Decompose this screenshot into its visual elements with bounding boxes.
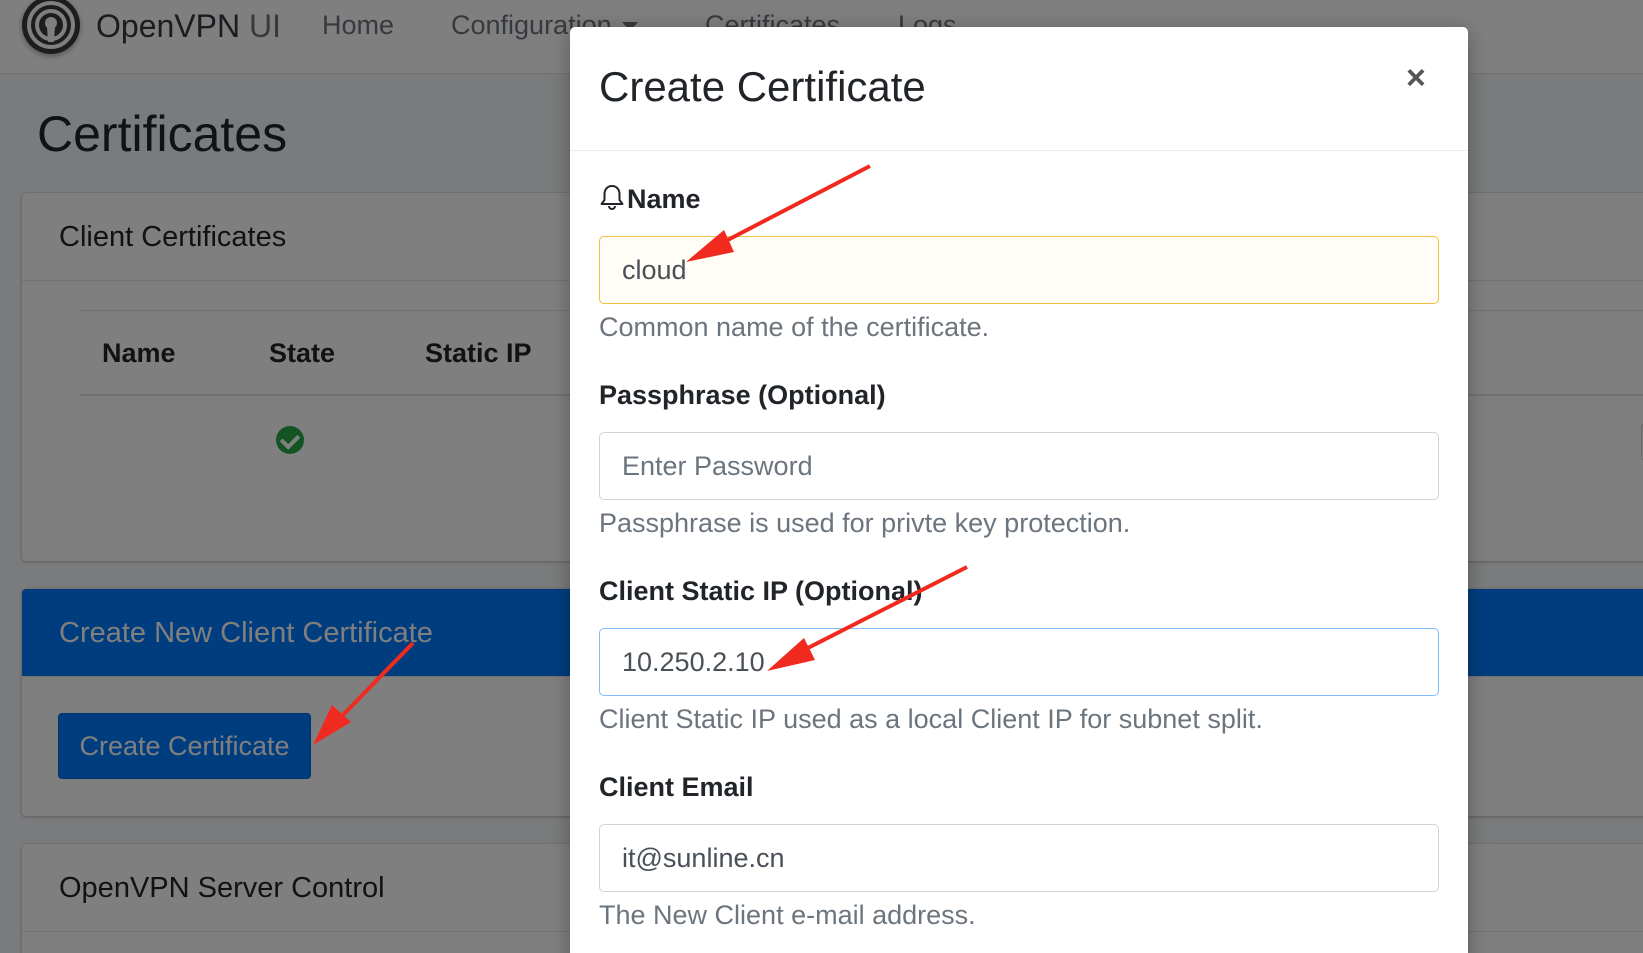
- passphrase-label: Passphrase (Optional): [599, 380, 886, 410]
- email-label: Client Email: [599, 772, 754, 802]
- passphrase-help-text: Passphrase is used for privte key protec…: [599, 508, 1131, 538]
- static-ip-label: Client Static IP (Optional): [599, 576, 923, 606]
- name-label: Name: [599, 183, 701, 215]
- bell-icon: [600, 185, 624, 211]
- email-help-text: The New Client e-mail address.: [599, 900, 976, 930]
- static-ip-help-text: Client Static IP used as a local Client …: [599, 704, 1263, 734]
- static-ip-input[interactable]: [599, 628, 1439, 696]
- modal-header: Create Certificate ×: [570, 27, 1468, 151]
- create-certificate-modal: Create Certificate × Name Common name of…: [570, 27, 1468, 953]
- name-input[interactable]: [599, 236, 1439, 304]
- name-label-text: Name: [627, 184, 701, 214]
- modal-title: Create Certificate: [599, 63, 926, 110]
- email-input[interactable]: [599, 824, 1439, 892]
- name-help-text: Common name of the certificate.: [599, 312, 990, 342]
- passphrase-input[interactable]: [599, 432, 1439, 500]
- close-icon[interactable]: ×: [1406, 61, 1426, 95]
